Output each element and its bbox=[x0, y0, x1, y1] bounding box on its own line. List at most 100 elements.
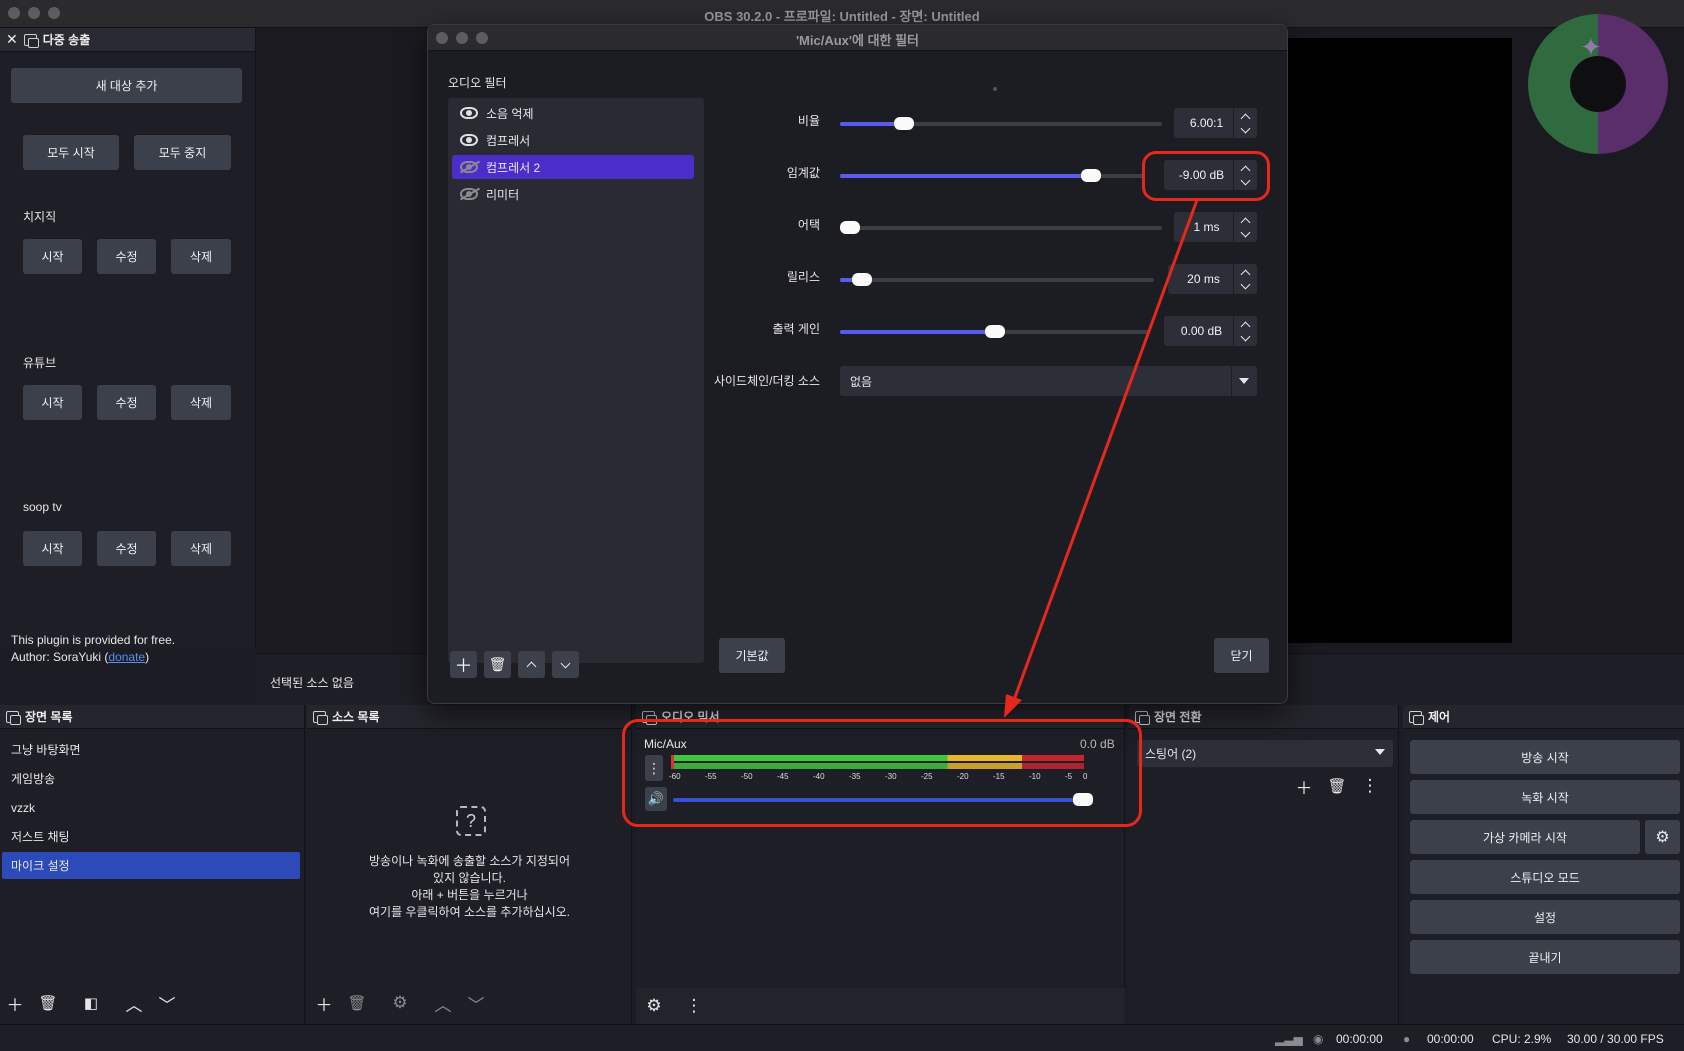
release-spinbox[interactable]: 20 ms bbox=[1168, 264, 1257, 294]
record-icon: ● bbox=[1403, 1032, 1411, 1046]
threshold-spinbox[interactable]: -9.00 dB bbox=[1164, 160, 1257, 190]
speaker-icon[interactable]: 🔊 bbox=[645, 787, 667, 811]
ratio-slider[interactable] bbox=[840, 117, 1162, 130]
add-target-button[interactable]: 새 대상 추가 bbox=[11, 68, 242, 103]
transition-menu-icon[interactable]: ⋮ bbox=[1358, 774, 1382, 798]
output-gain-spinbox[interactable]: 0.00 dB bbox=[1164, 316, 1257, 346]
virtual-camera-button[interactable]: 가상 카메라 시작 bbox=[1410, 820, 1640, 854]
target-start-button[interactable]: 시작 bbox=[23, 385, 82, 420]
target-delete-button[interactable]: 삭제 bbox=[171, 385, 231, 420]
dialog-titlebar: 'Mic/Aux'에 대한 필터 bbox=[428, 25, 1287, 51]
scene-item[interactable]: 게임방송 bbox=[2, 765, 300, 792]
add-scene-icon[interactable]: ＋ bbox=[3, 991, 27, 1015]
remove-filter-button[interactable]: 🗑 bbox=[484, 651, 511, 678]
transition-select[interactable]: 스팅어 (2) bbox=[1137, 740, 1393, 767]
remove-scene-icon[interactable]: 🗑 bbox=[36, 991, 60, 1015]
close-dock-icon[interactable]: ✕ bbox=[6, 31, 18, 48]
settings-button[interactable]: 설정 bbox=[1410, 900, 1680, 934]
target-delete-button[interactable]: 삭제 bbox=[171, 239, 231, 274]
target-delete-button[interactable]: 삭제 bbox=[171, 531, 231, 566]
spin-down-icon[interactable] bbox=[1240, 227, 1251, 237]
author-text: Author: SoraYuki ( bbox=[11, 650, 109, 664]
exit-button[interactable]: 끝내기 bbox=[1410, 940, 1680, 974]
add-transition-icon[interactable]: ＋ bbox=[1292, 774, 1316, 798]
spin-down-icon[interactable] bbox=[1240, 331, 1251, 341]
add-filter-button[interactable]: ＋ bbox=[450, 651, 477, 678]
target-edit-button[interactable]: 수정 bbox=[97, 385, 156, 420]
spin-up-icon[interactable] bbox=[1240, 321, 1251, 331]
target-start-button[interactable]: 시작 bbox=[23, 531, 82, 566]
advanced-audio-icon[interactable]: ⚙ bbox=[642, 994, 666, 1018]
sidechain-label: 사이드체인/더킹 소스 bbox=[713, 374, 820, 388]
tick: -35 bbox=[849, 772, 861, 781]
start-all-button[interactable]: 모두 시작 bbox=[23, 135, 119, 170]
filter-item-selected[interactable]: 컴프레서 2 bbox=[452, 155, 694, 179]
start-record-button[interactable]: 녹화 시작 bbox=[1410, 780, 1680, 814]
transitions-header: 장면 전환 bbox=[1129, 705, 1398, 729]
scene-item-selected[interactable]: 마이크 설정 bbox=[2, 852, 300, 879]
source-properties-icon[interactable]: ⚙ bbox=[388, 991, 412, 1015]
volume-slider-handle[interactable] bbox=[1073, 793, 1093, 806]
spin-up-icon[interactable] bbox=[1240, 269, 1251, 279]
release-slider[interactable] bbox=[840, 273, 1154, 286]
mixer-menu-icon[interactable]: ⋮ bbox=[682, 994, 706, 1018]
sidechain-select[interactable]: 없음 bbox=[840, 366, 1257, 396]
signal-icon: ▂▃▅ bbox=[1275, 1032, 1303, 1046]
add-source-icon[interactable]: ＋ bbox=[312, 991, 336, 1015]
target-edit-button[interactable]: 수정 bbox=[97, 239, 156, 274]
stop-all-button[interactable]: 모두 중지 bbox=[134, 135, 231, 170]
defaults-button[interactable]: 기본값 bbox=[719, 638, 785, 673]
empty-line: 아래 + 버튼을 누르거나 bbox=[411, 888, 528, 902]
spin-down-icon[interactable] bbox=[1240, 175, 1251, 185]
scene-filters-icon[interactable]: ◧ bbox=[79, 991, 103, 1015]
move-up-icon[interactable]: ︿ bbox=[431, 991, 455, 1015]
channel-menu-icon[interactable]: ⋮ bbox=[645, 755, 663, 781]
threshold-slider[interactable] bbox=[840, 169, 1144, 182]
attack-slider[interactable] bbox=[840, 221, 1162, 234]
scene-item[interactable]: 저스트 채팅 bbox=[2, 823, 300, 850]
output-gain-slider[interactable] bbox=[840, 325, 1150, 338]
target-start-button[interactable]: 시작 bbox=[23, 239, 82, 274]
target-edit-button[interactable]: 수정 bbox=[97, 531, 156, 566]
filter-item[interactable]: 소음 억제 bbox=[452, 101, 694, 125]
slider-handle[interactable] bbox=[840, 221, 860, 234]
spin-down-icon[interactable] bbox=[1240, 279, 1251, 289]
window-title: OBS 30.2.0 - 프로파일: Untitled - 장면: Untitl… bbox=[704, 9, 980, 24]
eye-off-icon[interactable] bbox=[460, 188, 478, 200]
eye-icon[interactable] bbox=[460, 134, 478, 146]
slider-handle[interactable] bbox=[851, 273, 872, 286]
slider-handle[interactable] bbox=[1081, 169, 1102, 182]
spin-up-icon[interactable] bbox=[1240, 113, 1251, 123]
move-filter-up-button[interactable] bbox=[518, 651, 545, 678]
remove-transition-icon[interactable]: 🗑 bbox=[1325, 774, 1349, 798]
filter-name: 소음 억제 bbox=[486, 106, 534, 121]
move-filter-down-button[interactable] bbox=[552, 651, 579, 678]
volume-slider[interactable] bbox=[673, 793, 1093, 806]
virtual-camera-settings-icon[interactable]: ⚙ bbox=[1645, 820, 1680, 854]
spin-up-icon[interactable] bbox=[1240, 217, 1251, 227]
move-down-icon[interactable]: ﹀ bbox=[464, 991, 488, 1015]
move-down-icon[interactable]: ﹀ bbox=[155, 991, 179, 1015]
eye-off-icon[interactable] bbox=[460, 161, 478, 173]
mixer-header: 오디오 믹서 bbox=[636, 705, 1124, 729]
ratio-spinbox[interactable]: 6.00:1 bbox=[1174, 108, 1257, 138]
start-stream-button[interactable]: 방송 시작 bbox=[1410, 740, 1680, 774]
eye-icon[interactable] bbox=[460, 107, 478, 119]
slider-handle[interactable] bbox=[985, 325, 1005, 338]
scene-item[interactable]: 그냥 바탕화면 bbox=[2, 736, 300, 763]
filter-name: 컴프레서 2 bbox=[486, 160, 541, 175]
spin-up-icon[interactable] bbox=[1240, 165, 1251, 175]
donate-link[interactable]: donate bbox=[108, 650, 145, 664]
spin-down-icon[interactable] bbox=[1240, 123, 1251, 133]
attack-spinbox[interactable]: 1 ms bbox=[1174, 212, 1257, 242]
move-up-icon[interactable]: ︿ bbox=[122, 991, 146, 1015]
filter-item[interactable]: 리미터 bbox=[452, 182, 694, 206]
scene-item[interactable]: vzzk bbox=[2, 794, 300, 821]
slider-handle[interactable] bbox=[894, 117, 915, 130]
studio-mode-button[interactable]: 스튜디오 모드 bbox=[1410, 860, 1680, 894]
multi-stream-header: ✕ 다중 송출 bbox=[0, 28, 255, 52]
dock-icon bbox=[6, 710, 21, 725]
close-button[interactable]: 닫기 bbox=[1214, 638, 1269, 673]
remove-source-icon[interactable]: 🗑 bbox=[345, 991, 369, 1015]
filter-item[interactable]: 컴프레서 bbox=[452, 128, 694, 152]
